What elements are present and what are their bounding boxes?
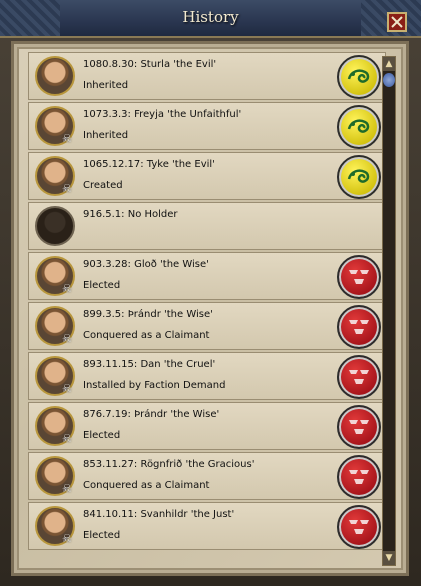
row-subtitle: Installed by Faction Demand	[83, 380, 226, 391]
scrollbar[interactable]: ▲ ▼	[382, 56, 396, 566]
close-button[interactable]	[387, 12, 407, 32]
row-title: 893.11.15: Dan 'the Cruel'	[83, 359, 216, 370]
history-row[interactable]: 1080.8.30: Sturla 'the Evil' Inherited	[28, 52, 386, 100]
history-row[interactable]: ☠ 1073.3.3: Freyja 'the Unfaithful' Inheri…	[28, 102, 386, 150]
skull-icon: ☠	[62, 482, 72, 495]
close-icon	[391, 16, 403, 28]
row-title: 1073.3.3: Freyja 'the Unfaithful'	[83, 109, 242, 120]
skull-icon: ☠	[62, 132, 72, 145]
row-subtitle: Inherited	[83, 80, 129, 91]
window-title: History	[182, 8, 239, 26]
history-row[interactable]: ☠ 876.7.19: Þrándr 'the Wise' Elected	[28, 402, 386, 450]
title-bar: History	[0, 0, 421, 38]
skull-icon: ☠	[62, 332, 72, 345]
coat-of-arms-boar-icon[interactable]	[337, 405, 381, 449]
coat-of-arms-dragon-icon[interactable]	[337, 155, 381, 199]
coat-of-arms-boar-icon[interactable]	[337, 255, 381, 299]
skull-icon: ☠	[62, 382, 72, 395]
history-row[interactable]: ☠ 899.3.5: Þrándr 'the Wise' Conquered as …	[28, 302, 386, 350]
row-subtitle: Created	[83, 180, 123, 191]
coat-of-arms-boar-icon[interactable]	[337, 305, 381, 349]
row-title: 876.7.19: Þrándr 'the Wise'	[83, 409, 220, 420]
row-subtitle: Elected	[83, 280, 121, 291]
row-title: 903.3.28: Gloð 'the Wise'	[83, 259, 209, 270]
row-title: 1080.8.30: Sturla 'the Evil'	[83, 59, 217, 70]
row-title: 899.3.5: Þrándr 'the Wise'	[83, 309, 213, 320]
history-row[interactable]: ☠ 903.3.28: Gloð 'the Wise' Elected	[28, 252, 386, 300]
history-panel: 1080.8.30: Sturla 'the Evil' Inherited ☠ 10…	[11, 41, 409, 576]
skull-icon: ☠	[62, 182, 72, 195]
skull-icon: ☠	[62, 282, 72, 295]
arrow-down-icon[interactable]: ▼	[383, 551, 395, 565]
skull-icon: ☠	[62, 532, 72, 545]
coat-of-arms-boar-icon[interactable]	[337, 455, 381, 499]
history-row[interactable]: ☠ 841.10.11: Svanhildr 'the Just' Elected	[28, 502, 386, 550]
coat-of-arms-dragon-icon[interactable]	[337, 55, 381, 99]
history-row[interactable]: ☠ 853.11.27: Rögnfrið 'the Gracious' Conqu…	[28, 452, 386, 500]
row-title: 916.5.1: No Holder	[83, 209, 178, 220]
scroll-thumb[interactable]	[383, 73, 395, 87]
arrow-up-icon[interactable]: ▲	[383, 57, 395, 71]
row-title: 841.10.11: Svanhildr 'the Just'	[83, 509, 235, 520]
row-subtitle: Conquered as a Claimant	[83, 330, 210, 341]
coat-of-arms-dragon-icon[interactable]	[337, 105, 381, 149]
history-row[interactable]: 916.5.1: No Holder	[28, 202, 386, 250]
skull-icon: ☠	[62, 432, 72, 445]
silhouette-portrait[interactable]	[35, 206, 75, 246]
row-subtitle: Elected	[83, 430, 121, 441]
row-subtitle: Elected	[83, 530, 121, 541]
coat-of-arms-boar-icon[interactable]	[337, 505, 381, 549]
row-title: 1065.12.17: Tyke 'the Evil'	[83, 159, 215, 170]
history-row[interactable]: ☠ 1065.12.17: Tyke 'the Evil' Created	[28, 152, 386, 200]
history-window: History 1080.8.30: Sturla 'the Evil' Inhe…	[0, 0, 421, 586]
row-subtitle: Inherited	[83, 130, 129, 141]
row-title: 853.11.27: Rögnfrið 'the Gracious'	[83, 459, 255, 470]
character-portrait[interactable]	[35, 56, 75, 96]
coat-of-arms-boar-icon[interactable]	[337, 355, 381, 399]
history-row[interactable]: ☠ 893.11.15: Dan 'the Cruel' Installed by …	[28, 352, 386, 400]
row-subtitle: Conquered as a Claimant	[83, 480, 210, 491]
